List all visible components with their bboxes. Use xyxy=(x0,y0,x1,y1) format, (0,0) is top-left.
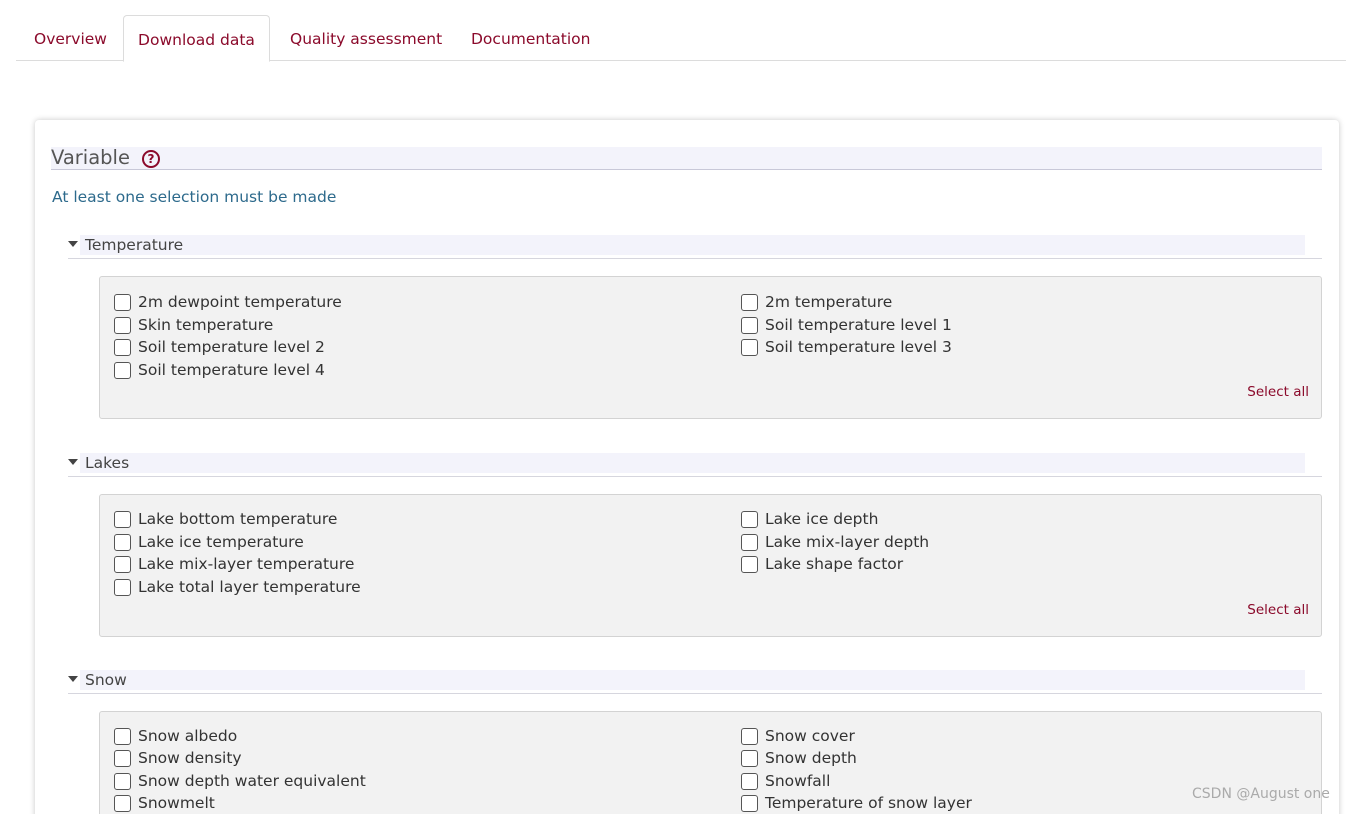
checkbox[interactable] xyxy=(114,339,131,356)
option-label: Snowmelt xyxy=(138,794,215,812)
group-title: Snow xyxy=(85,671,127,689)
group-header-band xyxy=(80,670,1305,690)
group-header-lakes[interactable]: Lakes xyxy=(68,453,1322,477)
checkbox[interactable] xyxy=(114,795,131,812)
option-label: Soil temperature level 2 xyxy=(138,338,325,356)
group-title: Temperature xyxy=(85,236,184,254)
option-label: Snow cover xyxy=(765,727,855,745)
option-label: 2m temperature xyxy=(765,293,893,311)
option-label: Lake mix-layer depth xyxy=(765,533,930,551)
option-label: Soil temperature level 4 xyxy=(138,361,325,379)
option-label: Soil temperature level 3 xyxy=(765,338,952,356)
checkbox[interactable] xyxy=(114,728,131,745)
tab-overview[interactable]: Overview xyxy=(34,15,107,61)
option-label: Soil temperature level 1 xyxy=(765,316,952,334)
group-header-band xyxy=(80,453,1305,473)
checkbox[interactable] xyxy=(741,773,758,790)
checkbox[interactable] xyxy=(114,362,131,379)
caret-down-icon[interactable] xyxy=(68,241,78,247)
checkbox[interactable] xyxy=(114,773,131,790)
checkbox[interactable] xyxy=(741,795,758,812)
option-label: 2m dewpoint temperature xyxy=(138,293,342,311)
option-label: Lake ice temperature xyxy=(138,533,304,551)
checkbox[interactable] xyxy=(741,556,758,573)
options-panel: Snow albedo Snow cover Snow density Snow… xyxy=(99,711,1322,814)
options-panel: Lake bottom temperature Lake ice depth L… xyxy=(99,494,1322,637)
checkbox[interactable] xyxy=(741,317,758,334)
checkbox[interactable] xyxy=(741,728,758,745)
checkbox[interactable] xyxy=(741,511,758,528)
watermark: CSDN @August one xyxy=(1192,786,1330,802)
select-all-link[interactable]: Select all xyxy=(1247,384,1309,400)
option-label: Lake bottom temperature xyxy=(138,510,338,528)
checkbox[interactable] xyxy=(741,534,758,551)
checkbox[interactable] xyxy=(114,294,131,311)
variable-section-header: Variable ? xyxy=(51,146,1322,170)
caret-down-icon[interactable] xyxy=(68,676,78,682)
tab-download-data[interactable]: Download data xyxy=(123,15,270,62)
option-label: Lake mix-layer temperature xyxy=(138,555,355,573)
requirement-note: At least one selection must be made xyxy=(52,188,337,206)
options-panel: 2m dewpoint temperature 2m temperature S… xyxy=(99,276,1322,419)
variable-card: Variable ? At least one selection must b… xyxy=(35,120,1339,814)
checkbox[interactable] xyxy=(114,534,131,551)
help-icon[interactable]: ? xyxy=(142,150,160,168)
tab-bar: Overview Download data Quality assessmen… xyxy=(16,15,1346,62)
checkbox[interactable] xyxy=(114,750,131,767)
option-label: Snowfall xyxy=(765,772,831,790)
option-label: Snow depth xyxy=(765,749,857,767)
checkbox[interactable] xyxy=(114,579,131,596)
checkbox[interactable] xyxy=(114,511,131,528)
option-label: Lake shape factor xyxy=(765,555,904,573)
select-all-link[interactable]: Select all xyxy=(1247,602,1309,618)
checkbox[interactable] xyxy=(114,556,131,573)
checkbox[interactable] xyxy=(741,750,758,767)
option-label: Skin temperature xyxy=(138,316,274,334)
tab-documentation[interactable]: Documentation xyxy=(471,15,591,61)
section-title: Variable xyxy=(51,146,130,169)
group-title: Lakes xyxy=(85,454,130,472)
caret-down-icon[interactable] xyxy=(68,459,78,465)
option-label: Lake ice depth xyxy=(765,510,879,528)
checkbox[interactable] xyxy=(114,317,131,334)
option-label: Snow depth water equivalent xyxy=(138,772,366,790)
group-header-snow[interactable]: Snow xyxy=(68,670,1322,694)
group-header-temperature[interactable]: Temperature xyxy=(68,235,1322,259)
group-header-band xyxy=(80,235,1305,255)
option-label: Snow albedo xyxy=(138,727,238,745)
checkbox[interactable] xyxy=(741,294,758,311)
option-label: Lake total layer temperature xyxy=(138,578,361,596)
option-label: Temperature of snow layer xyxy=(765,794,972,812)
option-label: Snow density xyxy=(138,749,242,767)
checkbox[interactable] xyxy=(741,339,758,356)
tab-quality-assessment[interactable]: Quality assessment xyxy=(290,15,442,61)
